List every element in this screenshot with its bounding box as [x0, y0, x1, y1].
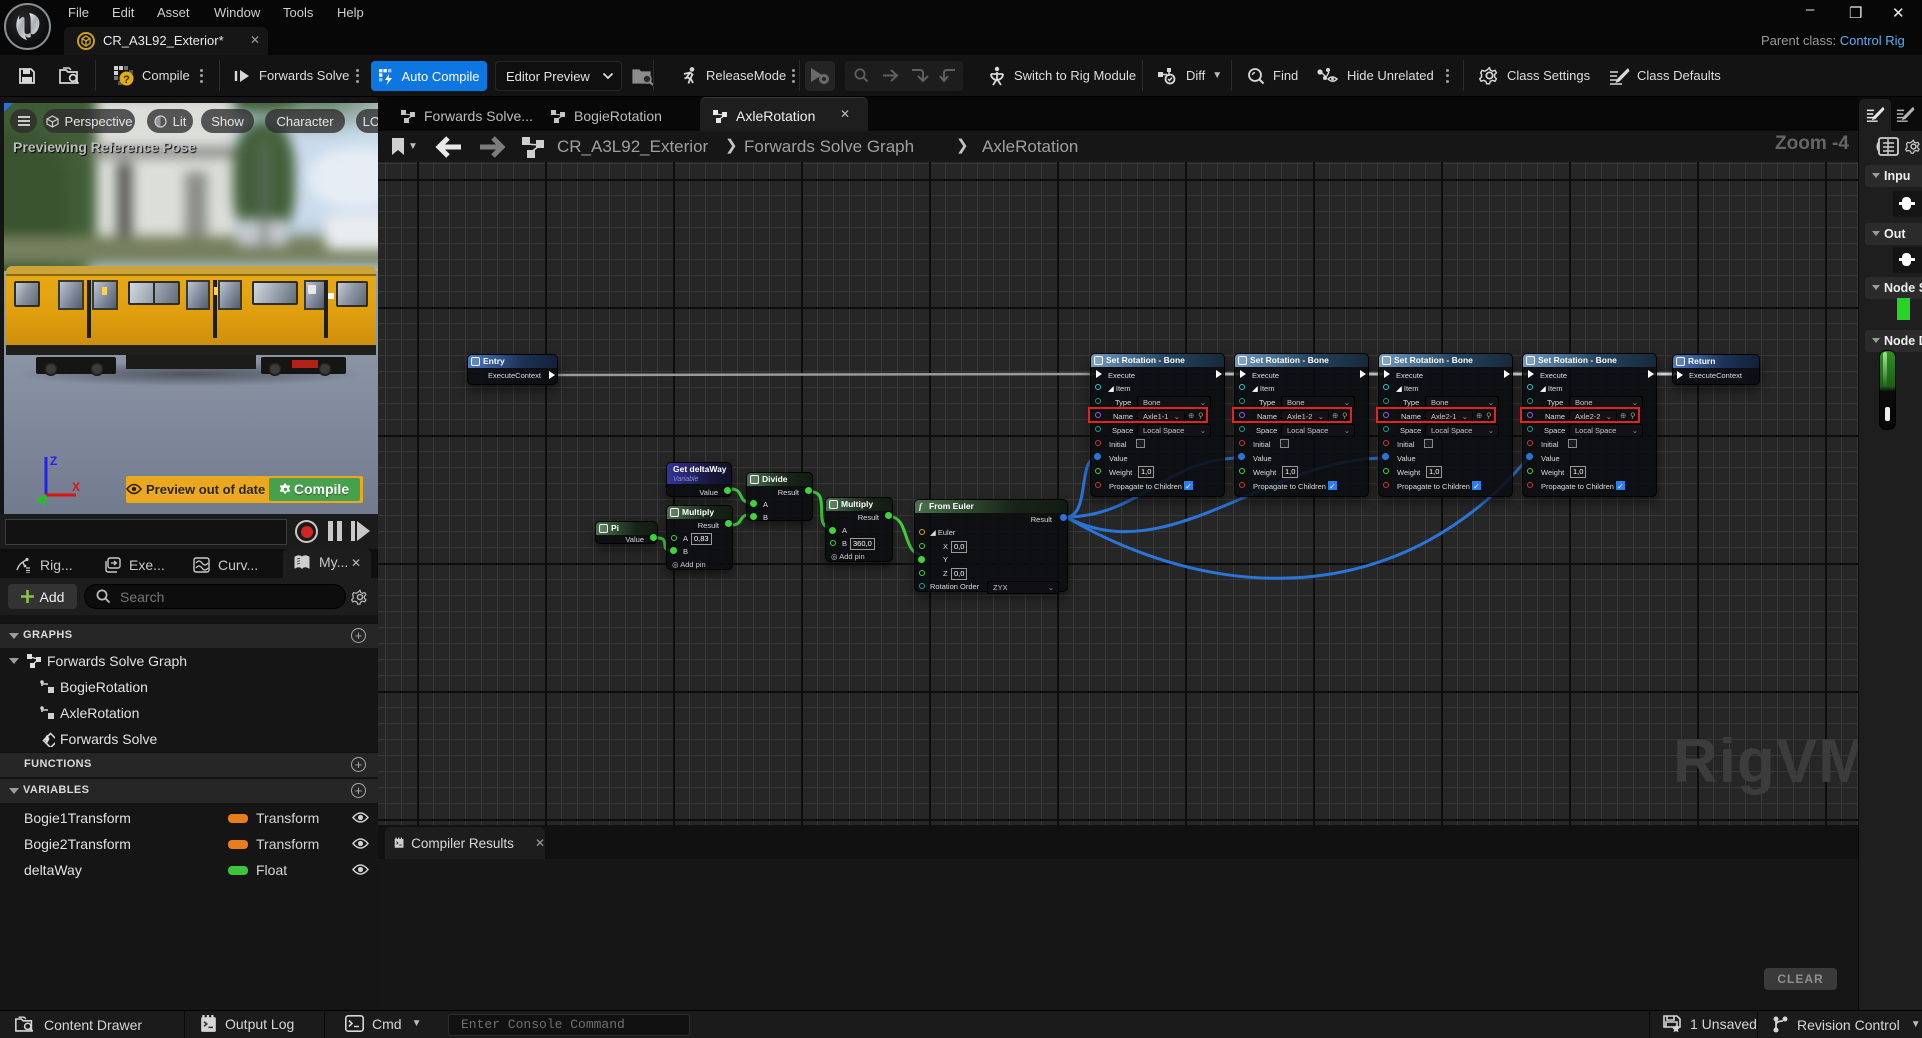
svg-text:X: X	[72, 480, 80, 494]
svg-text:Y: Y	[40, 495, 48, 507]
svg-text:Z: Z	[50, 455, 57, 468]
svg-text:?: ?	[123, 74, 130, 86]
